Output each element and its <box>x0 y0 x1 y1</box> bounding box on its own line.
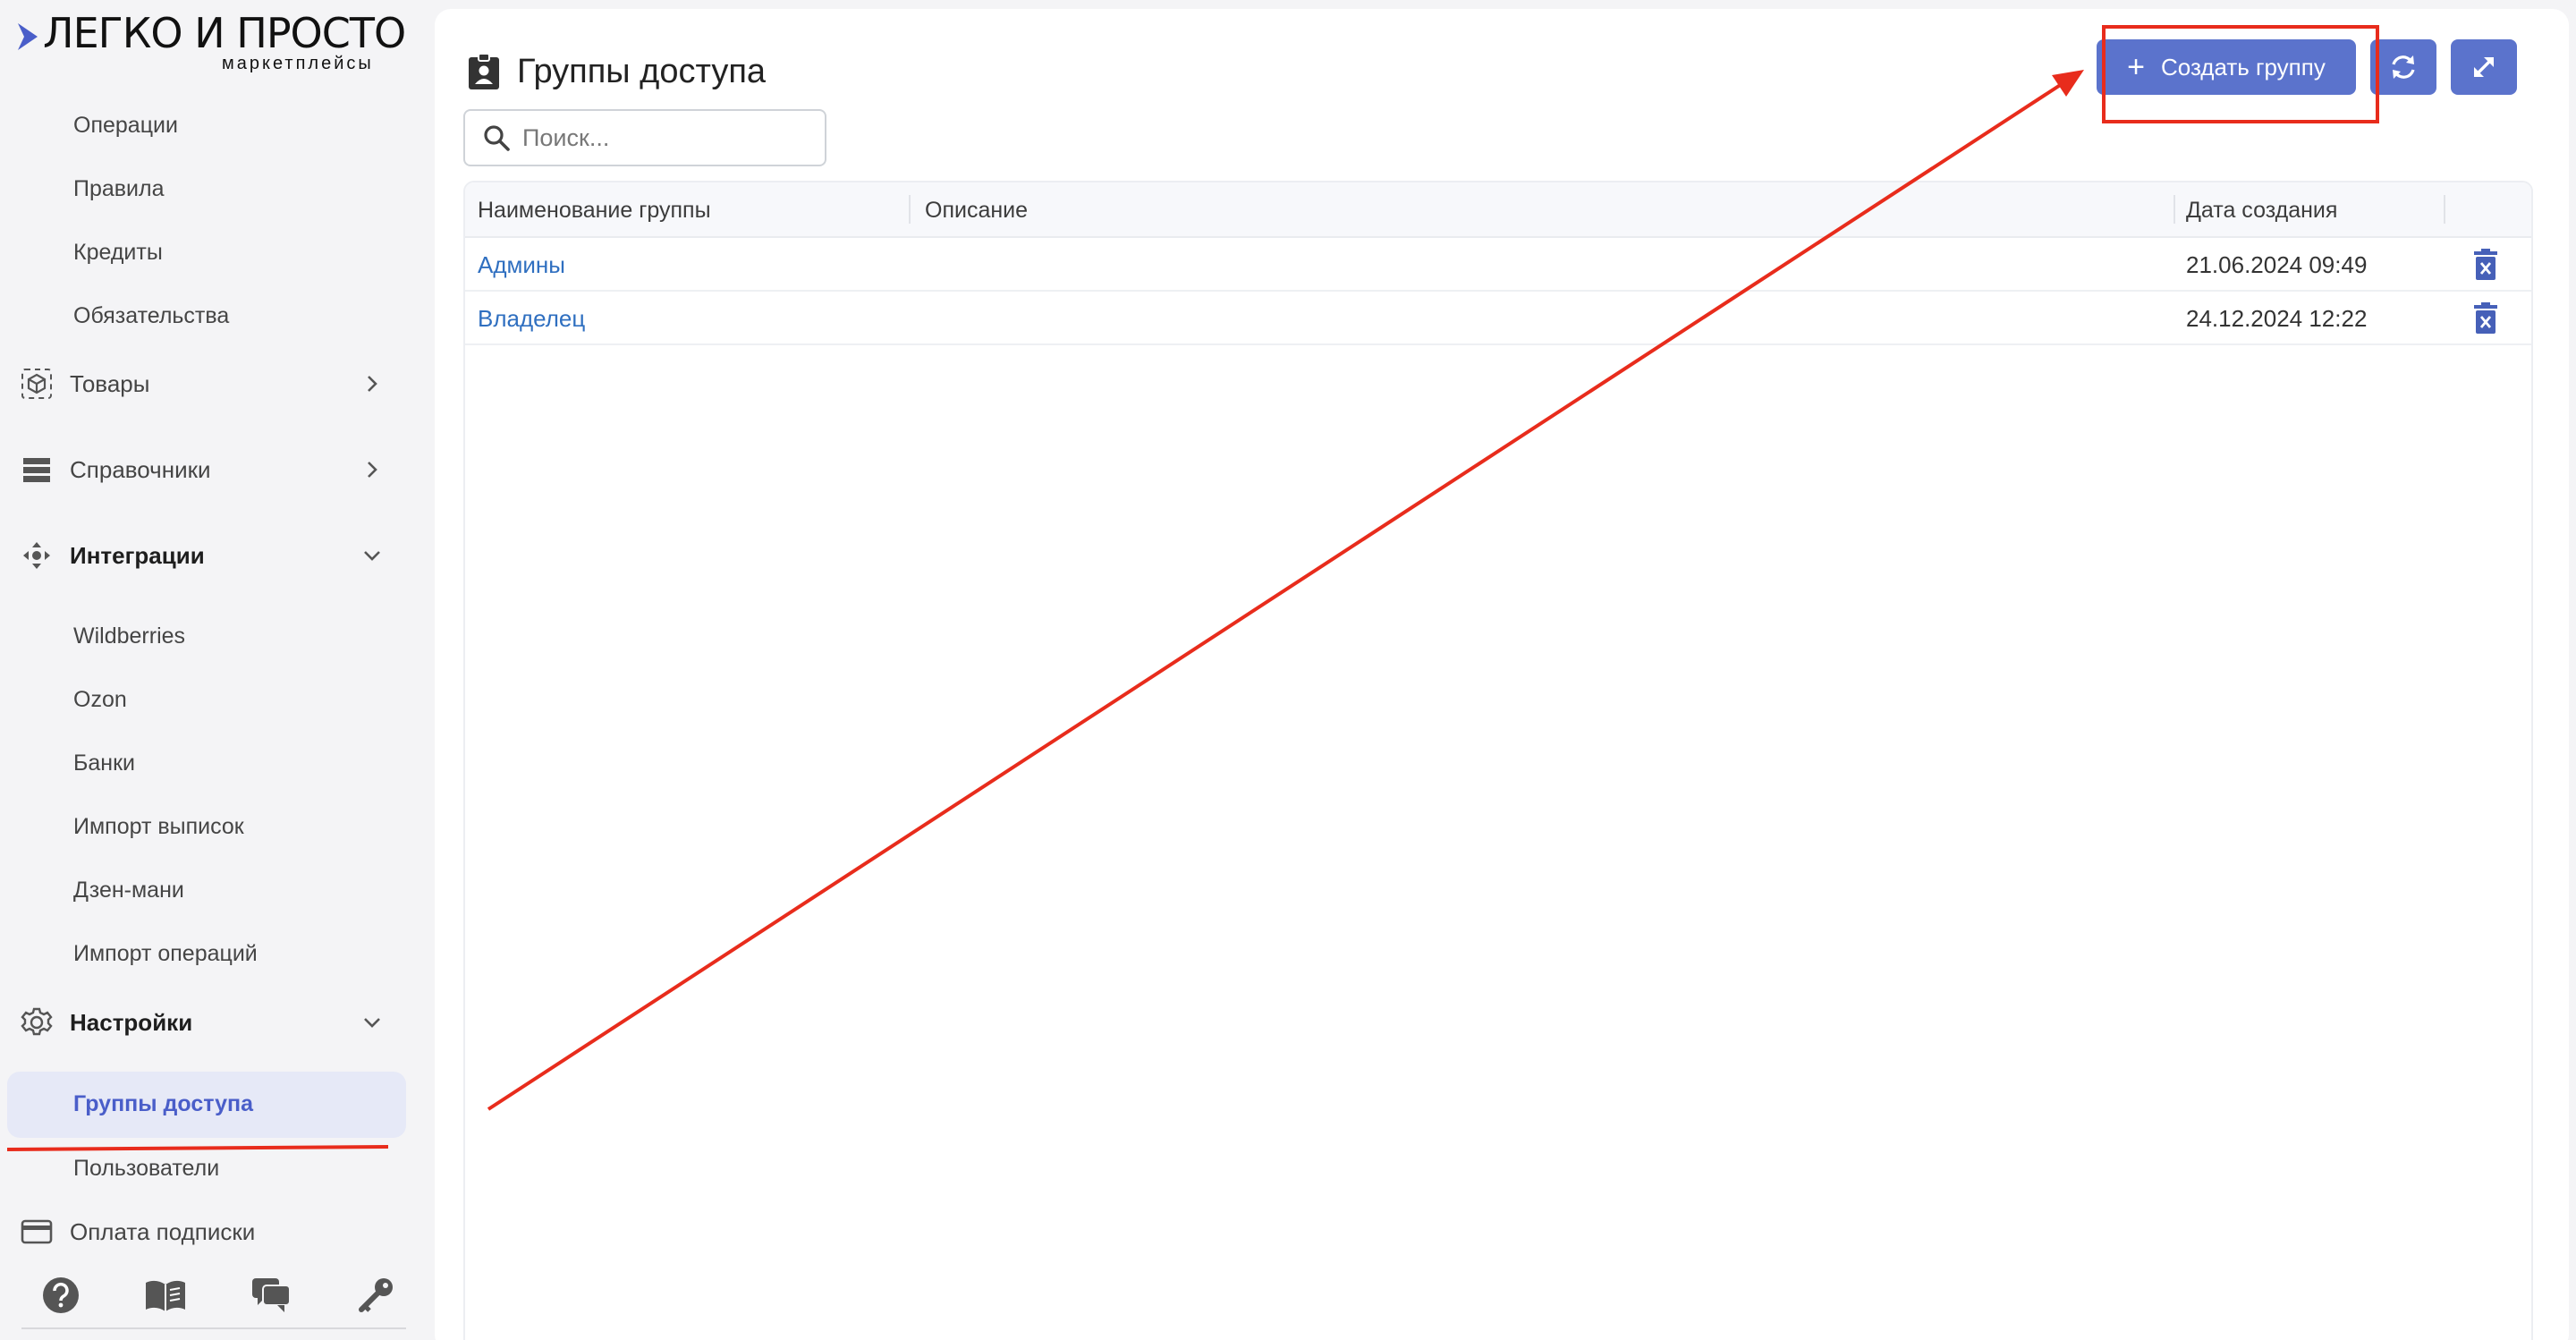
sidebar-item-statement-import[interactable]: Импорт выписок <box>73 814 244 840</box>
expand-icon <box>2474 57 2494 77</box>
sidebar-item-ozon[interactable]: Ozon <box>73 687 127 713</box>
integration-icon <box>20 539 54 572</box>
badge-icon <box>469 53 499 89</box>
box-icon <box>20 367 54 401</box>
sidebar-group-label: Интеграции <box>70 541 205 569</box>
created-date: 21.06.2024 09:49 <box>2186 251 2368 278</box>
help-icon[interactable] <box>39 1274 82 1317</box>
fullscreen-button[interactable] <box>2451 39 2517 95</box>
page-title: Группы доступа <box>517 52 767 90</box>
sidebar-group-label: Оплата подписки <box>70 1217 256 1245</box>
sidebar-group-subscription[interactable]: Оплата подписки <box>20 1209 395 1254</box>
sidebar-group-label: Настройки <box>70 1008 193 1036</box>
sidebar-group-products[interactable]: Товары <box>20 361 395 406</box>
column-separator <box>909 195 911 224</box>
page-header: Группы доступа <box>467 45 766 98</box>
sidebar-item-label: Группы доступа <box>73 1091 254 1116</box>
sidebar-item-zenmoney[interactable]: Дзен-мани <box>73 878 184 903</box>
delete-icon[interactable] <box>2472 302 2499 335</box>
sidebar-group-label: Товары <box>70 369 150 397</box>
table-header: Наименование группы Описание Дата создан… <box>465 182 2531 238</box>
search-box[interactable] <box>463 109 826 166</box>
refresh-button[interactable] <box>2370 39 2436 95</box>
credit-card-icon <box>20 1215 54 1249</box>
column-separator <box>2444 195 2445 224</box>
created-date: 24.12.2024 12:22 <box>2186 305 2368 332</box>
chevron-down-icon <box>364 551 380 561</box>
logo-mark-icon <box>18 23 38 50</box>
sidebar-group-settings[interactable]: Настройки <box>20 1000 395 1045</box>
group-name-link[interactable]: Владелец <box>478 305 585 333</box>
sidebar-item-rules[interactable]: Правила <box>73 176 165 202</box>
sidebar-footer <box>21 1268 406 1322</box>
chevron-right-icon <box>368 462 377 478</box>
sidebar-item-operations[interactable]: Операции <box>73 113 178 139</box>
brand-subtitle: маркетплейсы <box>222 54 374 73</box>
sidebar-item-banks[interactable]: Банки <box>73 751 135 776</box>
annotation-highlight-box <box>2102 25 2379 123</box>
sidebar-item-obligations[interactable]: Обязательства <box>73 303 229 329</box>
search-icon <box>484 125 510 151</box>
sidebar-group-dictionaries[interactable]: Справочники <box>20 447 395 492</box>
chevron-down-icon <box>364 1018 380 1028</box>
delete-icon[interactable] <box>2472 249 2499 281</box>
sidebar-item-operations-import[interactable]: Импорт операций <box>73 941 258 967</box>
sidebar-divider <box>21 1327 406 1329</box>
table-row[interactable]: Админы 21.06.2024 09:49 <box>465 238 2531 292</box>
refresh-icon <box>2392 55 2415 79</box>
sidebar-group-integrations[interactable]: Интеграции <box>20 533 395 578</box>
gear-icon <box>20 1005 54 1039</box>
column-header-description[interactable]: Описание <box>925 198 1028 224</box>
column-header-name[interactable]: Наименование группы <box>478 198 711 224</box>
list-icon <box>20 453 54 487</box>
column-header-created[interactable]: Дата создания <box>2186 198 2337 224</box>
sidebar: ЛЕГКО И ПРОСТО маркетплейсы Операции Пра… <box>0 0 425 1340</box>
book-icon[interactable] <box>144 1274 187 1317</box>
chevron-right-icon <box>368 376 377 392</box>
access-groups-table: Наименование группы Описание Дата создан… <box>463 181 2533 1340</box>
search-input[interactable] <box>522 123 809 152</box>
sidebar-item-wildberries[interactable]: Wildberries <box>73 623 185 649</box>
key-icon[interactable] <box>354 1274 397 1317</box>
sidebar-item-credits[interactable]: Кредиты <box>73 240 163 266</box>
group-name-link[interactable]: Админы <box>478 251 565 279</box>
chat-icon[interactable] <box>250 1274 292 1317</box>
column-separator <box>2174 195 2175 224</box>
table-row[interactable]: Владелец 24.12.2024 12:22 <box>465 292 2531 345</box>
sidebar-item-access-groups[interactable]: Группы доступа <box>7 1072 406 1138</box>
sidebar-item-users[interactable]: Пользователи <box>73 1156 219 1182</box>
brand-title: ЛЕГКО И ПРОСТО <box>43 9 406 57</box>
brand-logo[interactable]: ЛЕГКО И ПРОСТО маркетплейсы <box>16 7 406 73</box>
sidebar-group-label: Справочники <box>70 455 211 483</box>
main-panel: Группы доступа + Создать группу Поиск...… <box>435 9 2569 1340</box>
